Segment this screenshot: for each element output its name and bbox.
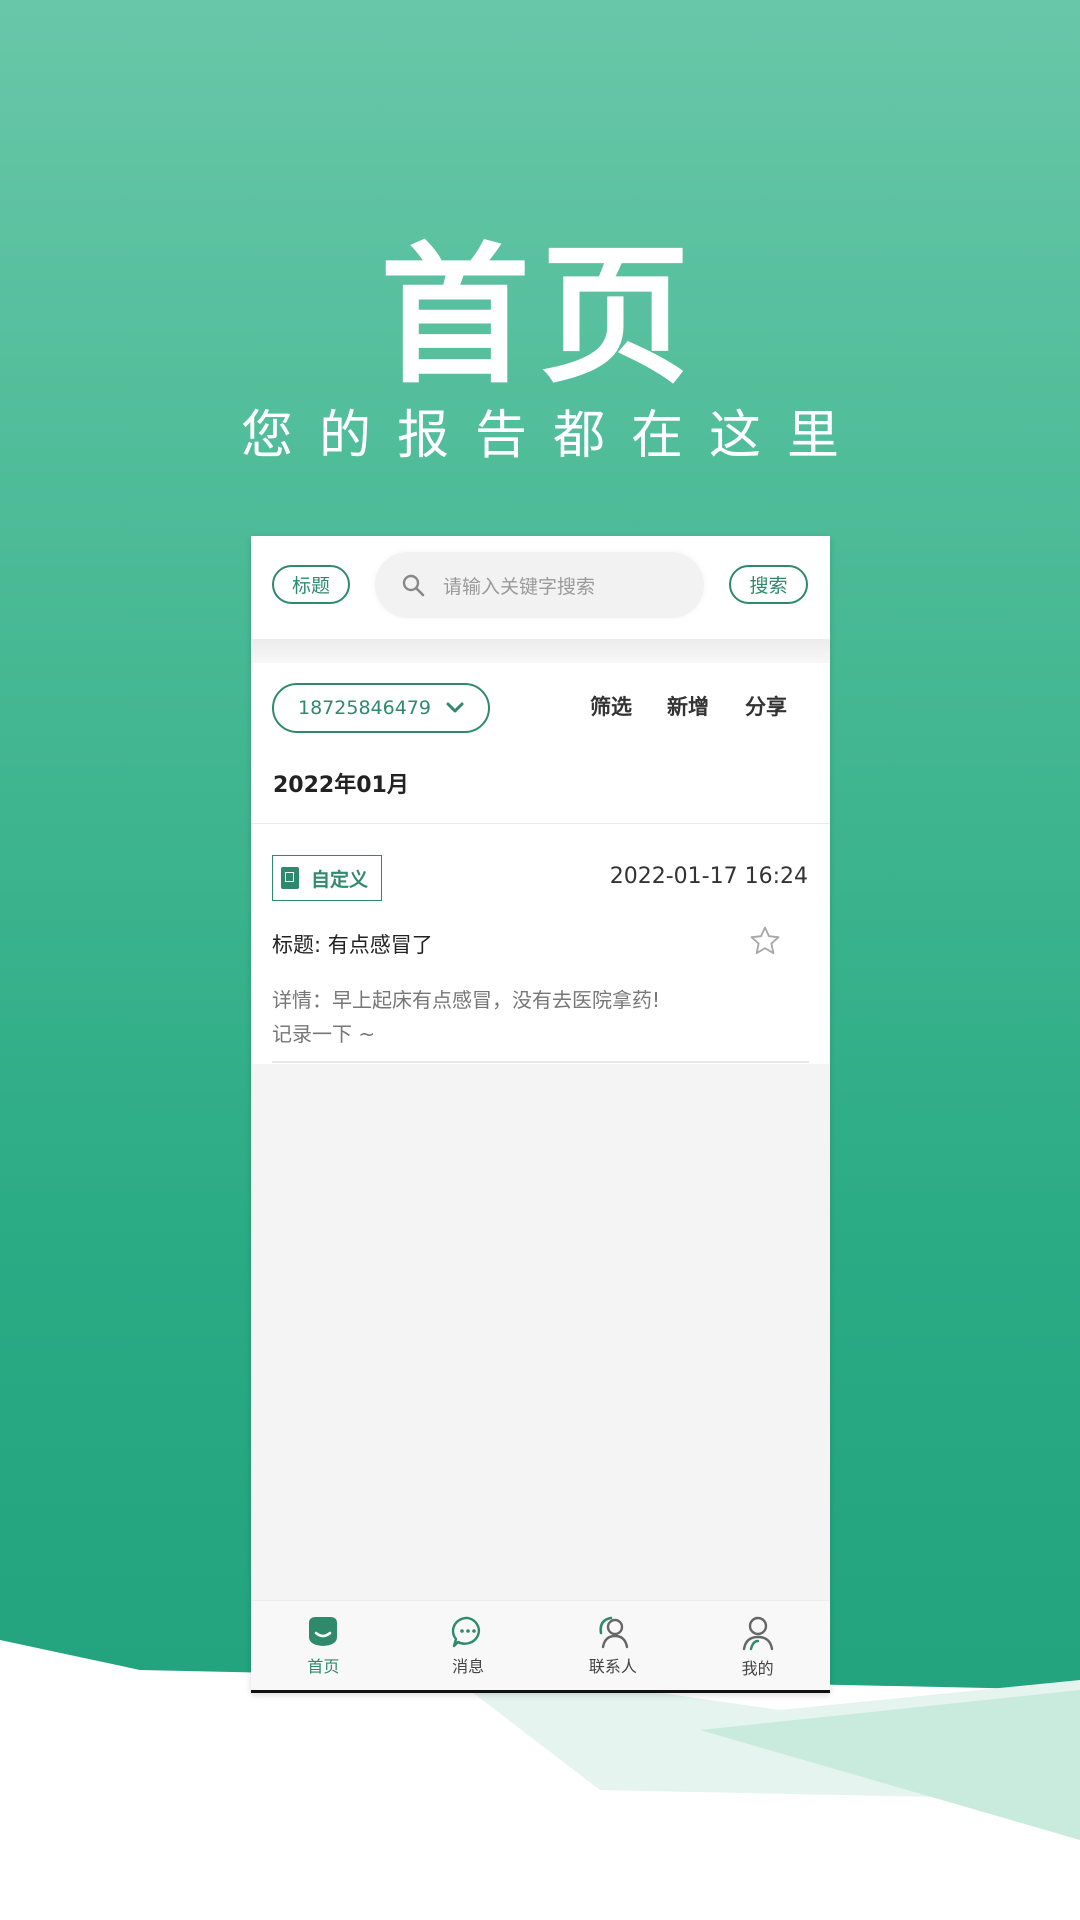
star-icon[interactable]: [748, 924, 782, 958]
edit-note-icon: [281, 867, 299, 889]
record-detail: 详情：早上起床有点感冒，没有去医院拿药! 记录一下 ~: [272, 983, 752, 1051]
filter-bar: 18725846479 筛选 新增 分享 2022年01月: [251, 663, 830, 823]
chevron-down-icon: [446, 702, 464, 713]
search-icon: [402, 574, 425, 597]
tab-label: 我的: [741, 1659, 774, 1678]
filter-button[interactable]: 筛选: [590, 691, 632, 721]
record-timestamp: 2022-01-17 16:24: [609, 864, 808, 889]
record-type-label: 自定义: [311, 868, 369, 891]
tab-profile[interactable]: 我的: [685, 1601, 830, 1690]
add-button[interactable]: 新增: [667, 691, 709, 721]
record-card[interactable]: 自定义 2022-01-17 16:24 标题: 有点感冒了 详情：早上起床有点…: [251, 823, 830, 1064]
search-bar: 标题 请输入关键字搜索 搜索: [251, 536, 830, 639]
tab-messages[interactable]: 消息: [396, 1601, 541, 1690]
hero-subtitle: 您的报告都在这里: [240, 406, 865, 466]
share-button[interactable]: 分享: [745, 691, 787, 721]
tab-home[interactable]: 首页: [251, 1601, 396, 1690]
divider: [251, 639, 830, 663]
home-face-icon: [309, 1617, 338, 1646]
contacts-icon: [599, 1616, 629, 1649]
record-detail-line: 记录一下 ~: [272, 1022, 376, 1046]
search-input[interactable]: 请输入关键字搜索: [375, 552, 704, 618]
record-detail-line: 详情：早上起床有点感冒，没有去医院拿药!: [272, 988, 661, 1012]
tab-contacts[interactable]: 联系人: [541, 1601, 686, 1690]
chat-bubble-icon: [451, 1616, 481, 1648]
tab-label: 消息: [452, 1657, 485, 1676]
tab-label: 联系人: [588, 1657, 637, 1676]
record-title: 标题: 有点感冒了: [272, 933, 433, 957]
bottom-tab-bar: 首页 消息 联系人 我的: [251, 1600, 830, 1693]
divider: [272, 1061, 809, 1063]
person-icon: [742, 1616, 773, 1651]
search-placeholder: 请输入关键字搜索: [443, 575, 596, 598]
tab-label: 首页: [307, 1657, 340, 1676]
search-button[interactable]: 搜索: [729, 565, 808, 604]
title-filter-button[interactable]: 标题: [272, 565, 350, 604]
phone-number-value: 18725846479: [298, 697, 431, 719]
phone-screen: 标题 请输入关键字搜索 搜索 18725846479 筛选 新增 分享 2022…: [251, 536, 830, 1693]
hero-title: 首页: [379, 230, 700, 404]
phone-number-dropdown[interactable]: 18725846479: [272, 683, 490, 733]
record-type-tag: 自定义: [272, 855, 382, 901]
month-header: 2022年01月: [273, 773, 409, 798]
